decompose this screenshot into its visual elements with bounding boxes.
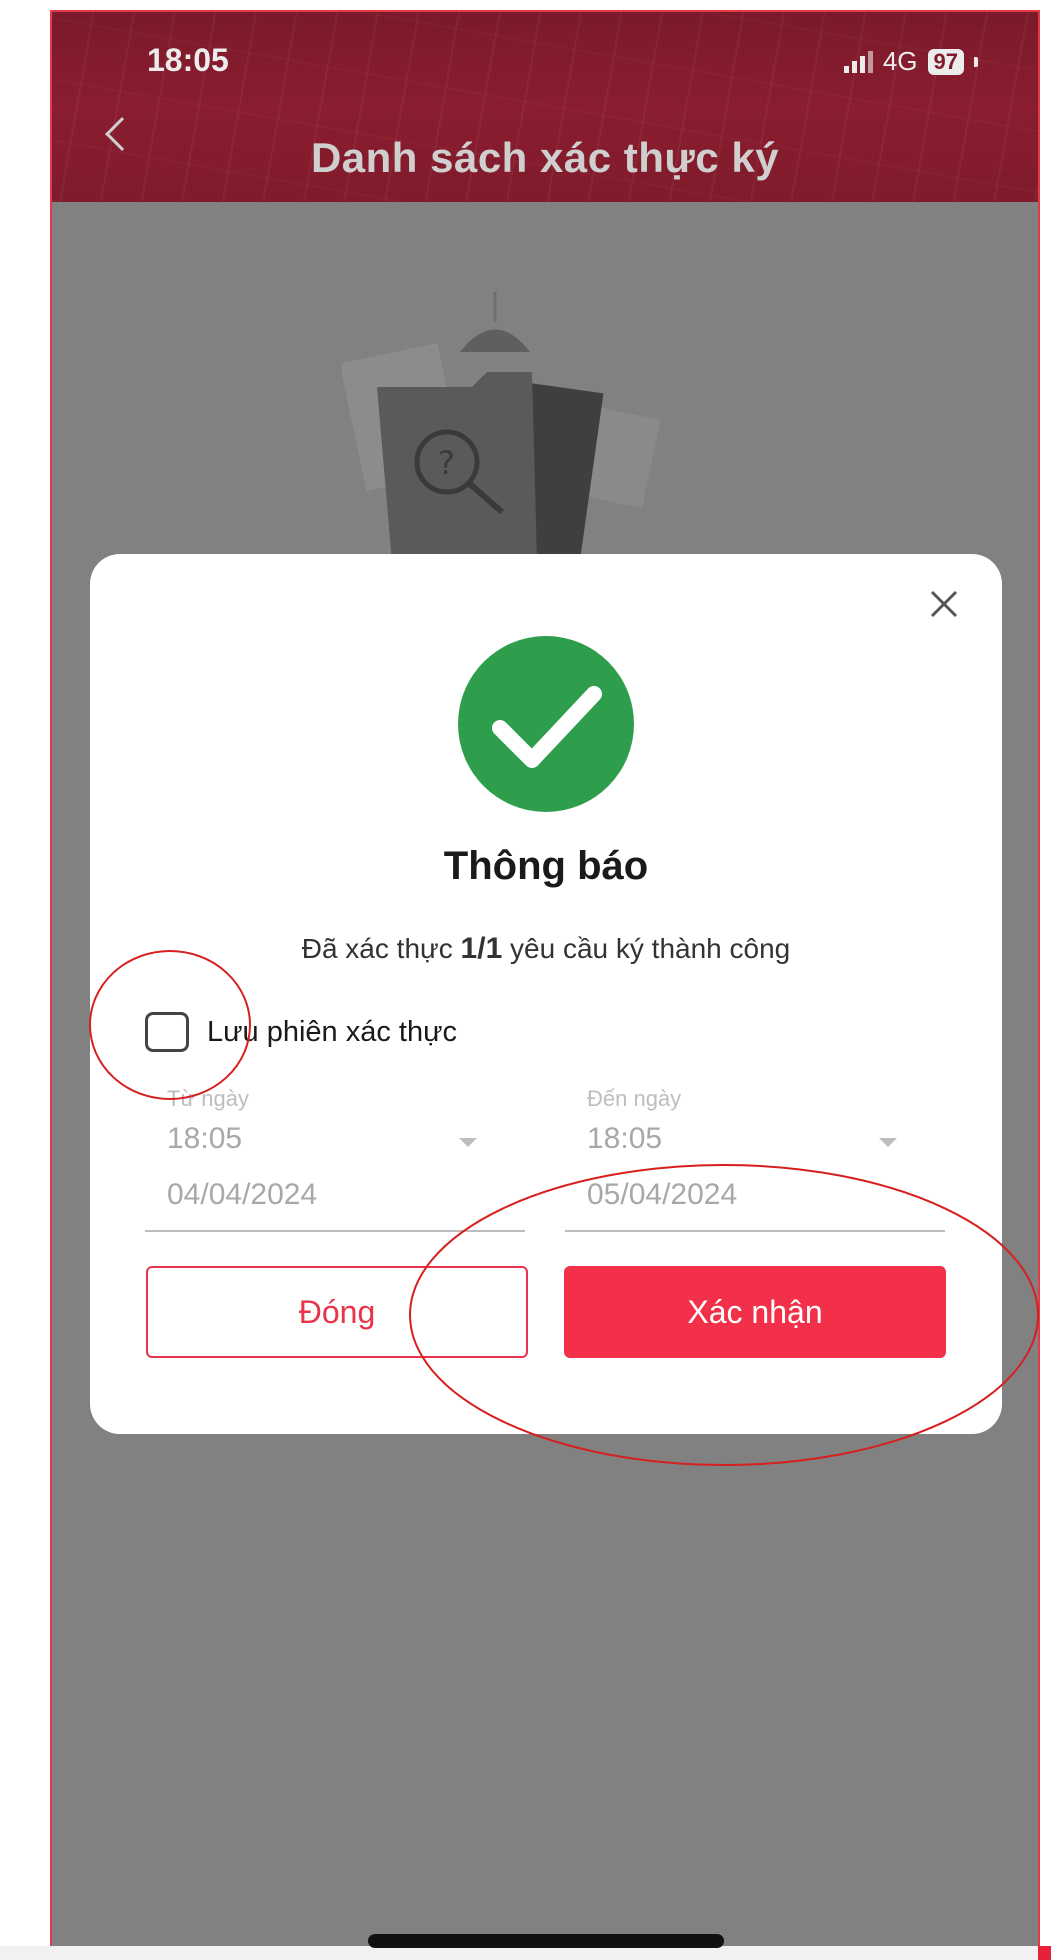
dialog-message: Đã xác thực 1/1 yêu cầu ký thành công	[90, 932, 1002, 966]
bottom-red-mark	[1038, 1946, 1051, 1960]
to-date-label: Đến ngày	[587, 1086, 682, 1111]
save-session-label: Lưu phiên xác thực	[207, 1015, 458, 1048]
save-session-checkbox[interactable]	[145, 1012, 189, 1052]
to-date-value: 05/04/2024	[587, 1178, 738, 1211]
close-icon[interactable]	[926, 586, 962, 622]
from-date-label: Từ ngày	[167, 1086, 249, 1111]
empty-folder-illustration: ?	[342, 292, 661, 562]
from-date-field[interactable]: Từ ngày 18:05 04/04/2024	[145, 1086, 525, 1232]
message-suffix: yêu cầu ký thành công	[502, 933, 791, 964]
battery-tip	[974, 56, 978, 67]
save-session-row[interactable]: Lưu phiên xác thực	[145, 1012, 457, 1052]
bottom-strip	[0, 1946, 1051, 1960]
from-date-value: 04/04/2024	[167, 1178, 318, 1211]
page-title: Danh sách xác thực ký	[310, 134, 780, 181]
chevron-down-icon[interactable]	[879, 1138, 897, 1147]
to-date-field[interactable]: Đến ngày 18:05 05/04/2024	[565, 1086, 945, 1232]
dialog-title: Thông báo	[443, 844, 649, 888]
phone-screen: 18:05 4G 97 Danh sách xác thực ký ? Thôn…	[50, 10, 1040, 1960]
home-indicator[interactable]	[368, 1934, 724, 1948]
to-time-value: 18:05	[587, 1122, 663, 1155]
app-header: 18:05 4G 97 Danh sách xác thực ký	[52, 12, 1038, 202]
message-count: 1/1	[460, 932, 503, 965]
signal-icon	[843, 50, 873, 73]
network-type: 4G	[882, 46, 918, 76]
status-time: 18:05	[147, 42, 229, 78]
chevron-down-icon[interactable]	[459, 1138, 477, 1147]
status-indicators: 4G 97	[843, 46, 978, 77]
from-time-value: 18:05	[167, 1122, 243, 1155]
svg-text:?: ?	[438, 444, 455, 482]
check-circle-icon	[458, 636, 634, 812]
confirm-button[interactable]: Xác nhận	[564, 1266, 946, 1358]
notification-dialog: Thông báo Đã xác thực 1/1 yêu cầu ký thà…	[90, 554, 1002, 1434]
battery-icon: 97	[927, 48, 964, 75]
message-prefix: Đã xác thực	[301, 933, 461, 964]
close-button[interactable]: Đóng	[146, 1266, 528, 1358]
